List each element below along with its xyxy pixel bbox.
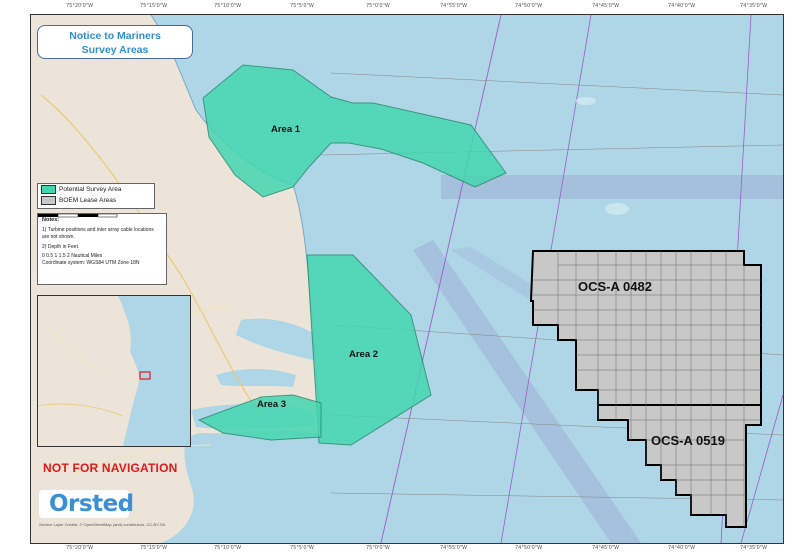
map-title-line2: Survey Areas [81,44,149,56]
logo-text: Orsted [49,491,134,517]
tick-top: 75°5'0"W [290,3,314,9]
tick-bottom: 74°45'0"W [592,545,620,551]
tick-top: 74°45'0"W [592,3,620,9]
legend-swatch [41,185,56,194]
tick-top: 75°15'0"W [140,3,168,9]
lease-area-0519 [597,404,762,528]
inset-canvas [38,296,151,446]
tick-bottom: 75°5'0"W [290,545,314,551]
lease-area-0482-label: OCS-A 0482 [578,279,652,294]
tick-top: 74°35'0"W [740,3,768,9]
map-title-line1: Notice to Mariners [69,30,161,42]
scale-values: 0 0.5 1 1.5 2 Nautical Miles [42,253,103,259]
survey-area-3-label: Area 3 [257,399,287,410]
legend-label: BOEM Lease Areas [59,197,117,204]
tick-top: 74°55'0"W [440,3,468,9]
scale-bar [38,214,118,218]
survey-area-2-label: Area 2 [349,349,379,360]
tick-top: 74°50'0"W [515,3,543,9]
legend-label: Potential Survey Area [59,186,122,193]
tick-bottom: 75°20'0"W [66,545,94,551]
tick-bottom: 75°15'0"W [140,545,168,551]
tick-top: 75°0'0"W [366,3,390,9]
lease-area-0519-label: OCS-A 0519 [651,433,725,448]
shoal [576,97,596,105]
tick-top: 75°10'0"W [214,3,242,9]
main-map[interactable]: Notice to Mariners Survey Areas Potentia… [30,14,784,544]
notes-item: 2) Depth in Feet. [42,244,80,250]
not-for-navigation-warning: NOT FOR NAVIGATION [43,461,178,475]
service-credit: Service Layer Credits: © OpenStreetMap (… [39,522,166,527]
legend-swatch [41,196,56,205]
orsted-logo-icon: Orsted [39,490,134,518]
tick-bottom: 75°10'0"W [214,545,242,551]
tick-bottom: 74°40'0"W [668,545,696,551]
tick-bottom: 74°50'0"W [515,545,543,551]
inset-extent-marker [139,371,151,380]
legend-item-lease: BOEM Lease Areas [38,195,154,206]
chart-line [330,72,783,96]
cable-line [380,15,502,543]
notes-box: Notes: 1) Turbine positions and inter ar… [37,213,167,285]
tick-bottom: 74°55'0"W [440,545,468,551]
locator-inset-map [37,295,191,447]
map-legend: Potential Survey Area BOEM Lease Areas [37,183,155,209]
survey-area-1 [202,64,507,198]
notes-item: 1) Turbine positions and inter array cab… [42,227,154,240]
notes-heading: Notes: [42,217,60,223]
tick-bottom: 75°0'0"W [366,545,390,551]
tick-bottom: 74°35'0"W [740,545,768,551]
shoal [605,203,629,215]
map-title: Notice to Mariners Survey Areas [37,25,193,59]
survey-area-1-label: Area 1 [271,124,301,135]
coordinate-system: Coordinate system: WGS84 UTM Zone 18N [42,260,140,266]
legend-item-survey: Potential Survey Area [38,184,154,195]
tick-top: 74°40'0"W [668,3,696,9]
tick-top: 75°20'0"W [66,3,94,9]
map-frame: 75°20'0"W 75°15'0"W 75°10'0"W 75°5'0"W 7… [0,0,800,556]
